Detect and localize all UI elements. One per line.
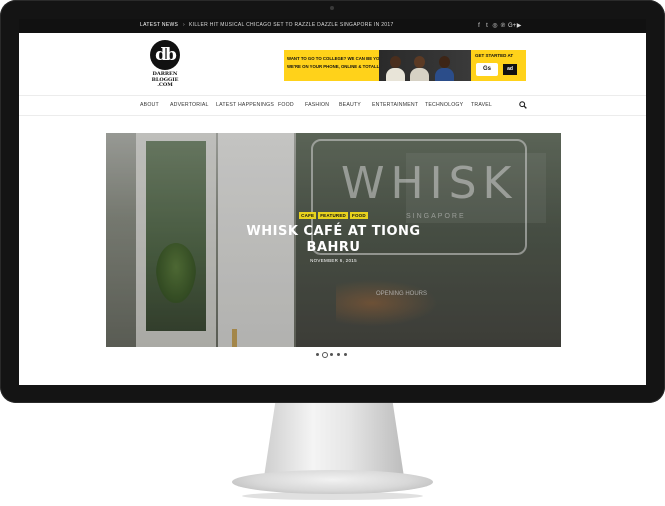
ad-cta-text: GET STARTED AT — [475, 53, 514, 58]
slider-dot[interactable] — [330, 353, 333, 356]
category-tag-food[interactable]: FOOD — [350, 212, 368, 219]
ad-cta-panel: GET STARTED AT Gs ad — [471, 50, 526, 81]
latest-news-label: LATEST NEWS — [140, 22, 179, 28]
nav-item-latest-happenings[interactable]: LATEST HAPPENINGS — [216, 102, 274, 108]
ad-person — [409, 54, 429, 81]
nav-item-advertorial[interactable]: ADVERTORIAL — [170, 102, 209, 108]
youtube-icon[interactable]: ▶ — [516, 22, 522, 30]
nav-item-about[interactable]: ABOUT — [140, 102, 159, 108]
ad-banner[interactable]: WANT TO GO TO COLLEGE? WE CAN BE YOUR GU… — [284, 50, 526, 81]
slide-date: NOVEMBER 6, 2015 — [310, 258, 357, 263]
search-icon[interactable] — [519, 101, 527, 109]
nav-item-technology[interactable]: TECHNOLOGY — [425, 102, 463, 108]
nav-item-fashion[interactable]: FASHION — [305, 102, 329, 108]
category-tag-featured[interactable]: FEATURED — [318, 212, 348, 219]
slider-dot[interactable] — [316, 353, 319, 356]
ticker-chevron-icon: › — [183, 22, 185, 28]
nav-item-food[interactable]: FOOD — [278, 102, 294, 108]
news-topbar: LATEST NEWS › KILLER HIT MUSICAL CHICAGO… — [19, 19, 646, 33]
ad-person — [434, 54, 454, 81]
logo-wordmark: DARREN BLOGGIE .COM — [147, 71, 183, 89]
nav-item-beauty[interactable]: BEAUTY — [339, 102, 361, 108]
pinterest-icon[interactable]: ℗ — [500, 22, 506, 30]
monitor-stand-base — [232, 470, 433, 494]
featured-slide[interactable]: WHISK SINGAPORE OPENING HOURS CAFE FEATU… — [106, 133, 561, 347]
news-ticker-headline[interactable]: KILLER HIT MUSICAL CHICAGO SET TO RAZZLE… — [189, 22, 394, 28]
google-plus-icon[interactable]: G+ — [508, 22, 516, 30]
ad-council-logo: ad — [503, 64, 517, 75]
ad-copy-panel: WANT TO GO TO COLLEGE? WE CAN BE YOUR GU… — [284, 50, 402, 81]
slider-dot[interactable] — [344, 353, 347, 356]
nav-item-entertainment[interactable]: ENTERTAINMENT — [372, 102, 418, 108]
site-logo[interactable]: db DARREN BLOGGIE .COM — [147, 40, 183, 90]
slide-categories: CAFE FEATURED FOOD — [106, 212, 561, 219]
category-tag-cafe[interactable]: CAFE — [299, 212, 317, 219]
slider-dot[interactable] — [337, 353, 340, 356]
camera-icon — [330, 6, 334, 10]
main-nav: ABOUT ADVERTORIAL LATEST HAPPENINGS FOOD… — [19, 95, 646, 116]
monitor-stand-neck — [264, 403, 404, 477]
facebook-icon[interactable]: f — [476, 22, 482, 30]
ad-person — [385, 54, 405, 81]
slider-dot-active[interactable] — [322, 352, 328, 358]
slide-title[interactable]: WHISK CAFÉ AT TIONG BAHRU — [226, 224, 441, 256]
instagram-icon[interactable]: ◎ — [492, 22, 498, 30]
ad-photo — [379, 50, 471, 81]
ad-partner-logo: Gs — [476, 63, 498, 76]
slider-pagination — [309, 352, 359, 358]
logo-mark: db — [155, 45, 177, 65]
logo-line-3: .COM — [157, 82, 173, 89]
browser-screen: LATEST NEWS › KILLER HIT MUSICAL CHICAGO… — [19, 19, 646, 385]
nav-item-travel[interactable]: TRAVEL — [471, 102, 492, 108]
twitter-icon[interactable]: t — [484, 22, 490, 30]
